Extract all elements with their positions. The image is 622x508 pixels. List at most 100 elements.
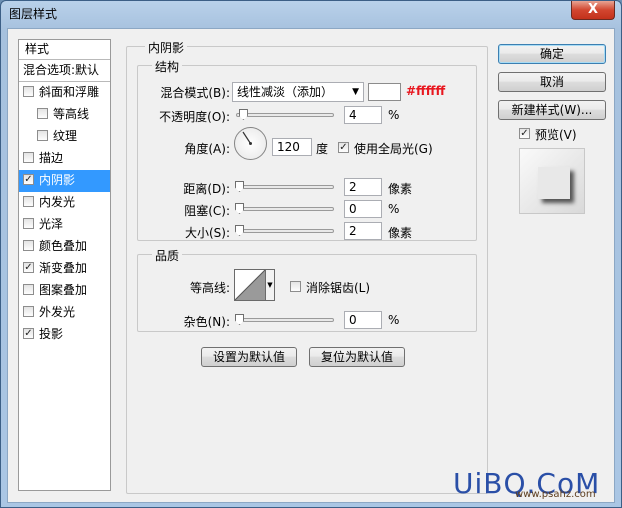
antialias-checkbox[interactable] — [290, 281, 301, 292]
color-swatch[interactable] — [368, 83, 401, 101]
style-item-label: 颜色叠加 — [39, 239, 88, 253]
angle-input[interactable]: 120 — [272, 138, 312, 156]
contour-label: 等高线: — [189, 281, 230, 295]
style-item-checkbox[interactable] — [23, 306, 34, 317]
layer-style-dialog: 图层样式 X 样式 混合选项:默认 斜面和浮雕等高线纹理描边内阴影内发光光泽颜色… — [0, 0, 622, 508]
global-light-checkbox[interactable] — [338, 142, 349, 153]
size-input[interactable]: 2 — [344, 222, 382, 240]
style-item[interactable]: 内阴影 — [19, 170, 110, 192]
watermark-url: www.psahz.com — [515, 489, 596, 500]
size-slider[interactable] — [235, 225, 334, 236]
style-item[interactable]: 外发光 — [19, 302, 110, 324]
style-item-label: 纹理 — [53, 129, 78, 143]
choke-slider[interactable] — [235, 203, 334, 214]
chevron-down-icon: ▼ — [352, 87, 359, 97]
style-item-checkbox[interactable] — [23, 196, 34, 207]
style-item-label: 等高线 — [53, 107, 90, 121]
opacity-unit: % — [388, 108, 400, 122]
noise-input[interactable]: 0 — [344, 311, 382, 329]
angle-indicator-icon — [242, 131, 252, 145]
preview-label: 预览(V) — [535, 128, 577, 142]
opacity-input[interactable]: 4 — [344, 106, 382, 124]
style-item[interactable]: 斜面和浮雕 — [19, 82, 110, 104]
style-item-label: 描边 — [39, 151, 64, 165]
choke-slider-thumb[interactable] — [235, 203, 244, 214]
noise-unit: % — [388, 313, 400, 327]
style-item-label: 外发光 — [39, 305, 76, 319]
style-item-label: 渐变叠加 — [39, 261, 88, 275]
style-item[interactable]: 内发光 — [19, 192, 110, 214]
close-button[interactable]: X — [571, 1, 615, 20]
style-preview-swatch — [538, 167, 570, 199]
chevron-down-icon: ▼ — [267, 281, 273, 289]
structure-group: 结构 混合模式(B): 线性减淡（添加） ▼ #ffffff 不透明度(O): … — [137, 58, 477, 241]
distance-slider[interactable] — [235, 181, 334, 192]
title-bar[interactable]: 图层样式 X — [1, 1, 621, 25]
angle-unit: 度 — [316, 142, 329, 156]
style-item[interactable]: 等高线 — [19, 104, 110, 126]
style-item-checkbox[interactable] — [23, 86, 34, 97]
style-item[interactable]: 光泽 — [19, 214, 110, 236]
distance-input[interactable]: 2 — [344, 178, 382, 196]
noise-slider[interactable] — [235, 314, 334, 325]
style-item-checkbox[interactable] — [23, 174, 34, 185]
style-item-label: 内发光 — [39, 195, 76, 209]
preview-checkbox[interactable] — [519, 128, 530, 139]
style-item[interactable]: 颜色叠加 — [19, 236, 110, 258]
inner-shadow-group: 内阴影 结构 混合模式(B): 线性减淡（添加） ▼ #ffffff 不透明度(… — [126, 39, 488, 494]
size-unit: 像素 — [388, 226, 413, 240]
style-item-label: 图案叠加 — [39, 283, 88, 297]
choke-unit: % — [388, 202, 400, 216]
choke-input[interactable]: 0 — [344, 200, 382, 218]
style-item-checkbox[interactable] — [23, 218, 34, 229]
style-item-checkbox[interactable] — [23, 152, 34, 163]
global-light-label: 使用全局光(G) — [354, 142, 433, 156]
style-item[interactable]: 投影 — [19, 324, 110, 346]
style-item-checkbox[interactable] — [23, 328, 34, 339]
opacity-slider[interactable] — [236, 109, 334, 120]
blend-mode-label: 混合模式(B): — [160, 86, 230, 100]
blend-mode-select[interactable]: 线性减淡（添加） ▼ — [232, 82, 364, 102]
structure-title: 结构 — [152, 58, 183, 75]
blend-options-item[interactable]: 混合选项:默认 — [19, 60, 110, 82]
style-item-checkbox[interactable] — [37, 108, 48, 119]
quality-title: 品质 — [152, 247, 183, 264]
style-item-checkbox[interactable] — [23, 240, 34, 251]
size-label: 大小(S): — [184, 226, 230, 240]
style-item[interactable]: 纹理 — [19, 126, 110, 148]
make-default-button[interactable]: 设置为默认值 — [201, 347, 297, 367]
style-item-label: 内阴影 — [39, 173, 76, 187]
inner-shadow-title: 内阴影 — [145, 39, 188, 56]
contour-dropdown[interactable]: ▼ — [265, 269, 275, 301]
reset-default-button[interactable]: 复位为默认值 — [309, 347, 405, 367]
distance-unit: 像素 — [388, 182, 413, 196]
antialias-label: 消除锯齿(L) — [306, 281, 371, 295]
style-item[interactable]: 描边 — [19, 148, 110, 170]
styles-list: 样式 混合选项:默认 斜面和浮雕等高线纹理描边内阴影内发光光泽颜色叠加渐变叠加图… — [18, 39, 111, 491]
angle-dial[interactable] — [234, 127, 267, 160]
styles-header[interactable]: 样式 — [19, 40, 110, 60]
style-preview — [519, 148, 585, 214]
noise-label: 杂色(N): — [183, 315, 230, 329]
opacity-slider-thumb[interactable] — [238, 109, 248, 120]
opacity-label: 不透明度(O): — [159, 110, 230, 124]
style-item-checkbox[interactable] — [23, 284, 34, 295]
window-title: 图层样式 — [9, 7, 58, 21]
contour-picker[interactable] — [234, 269, 266, 301]
size-slider-thumb[interactable] — [235, 225, 244, 236]
style-item[interactable]: 图案叠加 — [19, 280, 110, 302]
noise-slider-thumb[interactable] — [235, 314, 244, 325]
blend-mode-value: 线性减淡（添加） — [237, 85, 334, 99]
style-item-checkbox[interactable] — [23, 262, 34, 273]
angle-label: 角度(A): — [184, 142, 230, 156]
ok-button[interactable]: 确定 — [498, 44, 606, 64]
new-style-button[interactable]: 新建样式(W)... — [498, 100, 606, 120]
style-item-checkbox[interactable] — [37, 130, 48, 141]
choke-label: 阻塞(C): — [184, 204, 230, 218]
contour-curve-icon — [234, 269, 266, 301]
cancel-button[interactable]: 取消 — [498, 72, 606, 92]
style-item[interactable]: 渐变叠加 — [19, 258, 110, 280]
color-hex-label: #ffffff — [406, 84, 446, 98]
style-item-label: 斜面和浮雕 — [39, 85, 100, 99]
distance-slider-thumb[interactable] — [235, 181, 244, 192]
